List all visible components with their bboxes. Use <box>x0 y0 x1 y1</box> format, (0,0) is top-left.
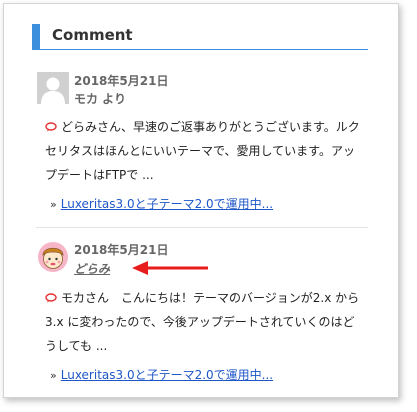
double-chevron-right-icon: » <box>50 198 57 211</box>
comment-excerpt[interactable]: モカさん こんにちは！テーマのバージョンが2.x から 3.x に変わったので、… <box>45 286 375 358</box>
comment-divider <box>36 227 368 228</box>
comment-date: 2018年5月21日 <box>74 243 169 257</box>
widget-header: Comment <box>32 24 368 50</box>
double-chevron-right-icon: » <box>50 369 57 382</box>
post-link-row: » Luxeritas3.0と子テーマ2.0で運用中... <box>50 195 273 212</box>
excerpt-line: うしても ... <box>45 339 108 353</box>
person-silhouette-icon[interactable] <box>37 72 69 104</box>
author-link[interactable]: どらみ <box>74 262 110 276</box>
red-arrow-icon <box>132 261 208 275</box>
post-link[interactable]: Luxeritas3.0と子テーマ2.0で運用中... <box>61 197 273 211</box>
comment-excerpt[interactable]: どらみさん、早速のご返事ありがとうございます。ルク セリタスはほんとにいいテーマ… <box>45 115 375 187</box>
comment-author: モカ より <box>74 92 126 106</box>
cartoon-girl-avatar-icon[interactable] <box>37 241 69 273</box>
excerpt-line: セリタスはほんとにいいテーマで、愛用しています。アッ <box>45 144 355 158</box>
speech-bubble-icon <box>45 122 57 132</box>
excerpt-line: プデートはFTPで ... <box>45 168 154 182</box>
excerpt-line: どらみさん、早速のご返事ありがとうございます。ルク <box>45 115 375 139</box>
comment-date: 2018年5月21日 <box>74 74 169 88</box>
excerpt-line: モカさん こんにちは！テーマのバージョンが2.x から <box>45 286 375 310</box>
post-link[interactable]: Luxeritas3.0と子テーマ2.0で運用中... <box>61 368 273 382</box>
speech-bubble-icon <box>45 293 57 303</box>
widget-title: Comment <box>52 26 133 44</box>
comment-author: どらみ <box>74 260 110 277</box>
post-link-row: » Luxeritas3.0と子テーマ2.0で運用中... <box>50 366 273 383</box>
excerpt-line: 3.x に変わったので、今後アップデートされていくのはど <box>45 315 355 329</box>
